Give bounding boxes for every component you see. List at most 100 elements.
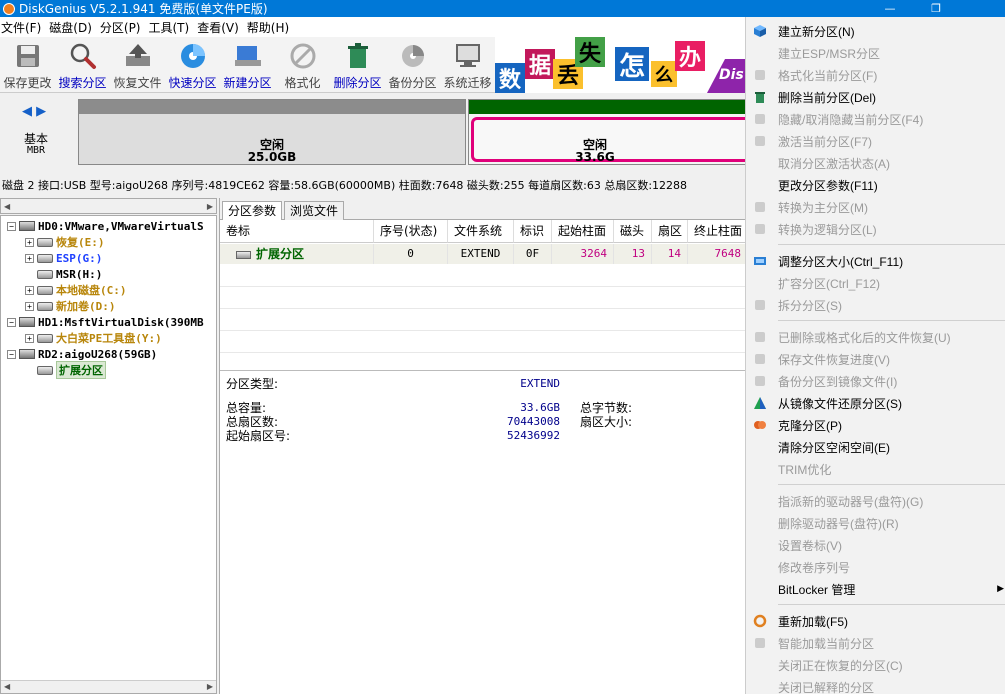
context-menu-item[interactable]: 重新加载(F5) [746, 610, 1005, 632]
col-header-sector[interactable]: 扇区 [652, 220, 688, 243]
context-menu-item[interactable]: 智能加载当前分区 [746, 632, 1005, 654]
menu-disk[interactable]: 磁盘(D) [48, 19, 99, 36]
tree-scrollbar-top[interactable]: ◀ ▶ [0, 198, 217, 214]
context-menu-item[interactable]: 激活当前分区(F7) [746, 130, 1005, 152]
context-menu-item[interactable]: 指派新的驱动器号(盘符)(G) [746, 490, 1005, 512]
recover-files-button[interactable]: 恢复文件 [110, 37, 165, 93]
col-header-start-cyl[interactable]: 起始柱面 [552, 220, 614, 243]
window-controls: — ❐ [867, 2, 1005, 15]
system-migration-button[interactable]: 系统迁移 [440, 37, 495, 93]
promo-banner[interactable]: 数 据 丢 失 怎 么 办 Dis [495, 37, 745, 93]
tab-partition-params[interactable]: 分区参数 [222, 201, 283, 221]
menu-help[interactable]: 帮助(H) [246, 19, 296, 36]
context-menu-item[interactable]: 删除当前分区(Del) [746, 86, 1005, 108]
col-header-id[interactable]: 标识 [514, 220, 552, 243]
new-partition-button[interactable]: 新建分区 [220, 37, 275, 93]
extended-partition-block[interactable]: 空闲 33.6G [468, 99, 758, 165]
context-menu-item[interactable]: 建立新分区(N) [746, 20, 1005, 42]
scroll-right-icon[interactable]: ▶ [207, 202, 213, 211]
disk-tree: − HD0:VMware,VMwareVirtualS + 恢复(E:) + E… [0, 215, 217, 694]
menu-tools[interactable]: 工具(T) [148, 19, 197, 36]
tree-node-new-volume-d[interactable]: + 新加卷(D:) [25, 298, 116, 314]
expand-icon[interactable]: + [25, 253, 34, 263]
disk-info: ◀ ▶ 基本 MBR [0, 94, 72, 172]
format-button[interactable]: 格式化 [275, 37, 330, 93]
collapse-icon[interactable]: − [7, 317, 16, 327]
restore-icon [753, 396, 767, 410]
col-header-head[interactable]: 磁头 [614, 220, 652, 243]
tree-node-local-c[interactable]: + 本地磁盘(C:) [25, 282, 127, 298]
context-menu-item[interactable]: 转换为主分区(M) [746, 196, 1005, 218]
scroll-right-icon[interactable]: ▶ [207, 682, 213, 691]
col-header-label[interactable]: 卷标 [220, 220, 374, 243]
banner-char: 据 [525, 49, 555, 79]
context-menu-item[interactable]: 关闭已解释的分区 [746, 676, 1005, 694]
tree-node-hd1[interactable]: − HD1:MsftVirtualDisk(390MB [7, 314, 204, 330]
sector-size-label: 扇区大小: [580, 415, 633, 429]
scroll-left-icon[interactable]: ◀ [4, 682, 10, 691]
block-size: 33.6G [575, 150, 615, 164]
context-menu-item[interactable]: 扩容分区(Ctrl_F12) [746, 272, 1005, 294]
tab-browse-files[interactable]: 浏览文件 [284, 201, 345, 220]
context-menu-item[interactable]: 设置卷标(V) [746, 534, 1005, 556]
tree-node-pe-tool-y[interactable]: + 大白菜PE工具盘(Y:) [25, 330, 162, 346]
context-menu-item[interactable]: 清除分区空闲空间(E) [746, 436, 1005, 458]
context-menu-item[interactable]: 关闭正在恢复的分区(C) [746, 654, 1005, 676]
context-menu-item[interactable]: 更改分区参数(F11) [746, 174, 1005, 196]
tree-node-rd2[interactable]: − RD2:aigoU268(59GB) [7, 346, 157, 362]
disk-nav-arrows[interactable]: ◀ ▶ [22, 104, 46, 119]
col-header-index[interactable]: 序号(状态) [374, 220, 448, 243]
recover-icon [753, 330, 767, 344]
minimize-button[interactable]: — [867, 2, 913, 15]
context-menu-item[interactable]: 已删除或格式化后的文件恢复(U) [746, 326, 1005, 348]
tree-scrollbar-bottom[interactable]: ◀ ▶ [1, 680, 216, 693]
cell-sector: 14 [652, 244, 688, 264]
context-menu-item[interactable]: 从镜像文件还原分区(S) [746, 392, 1005, 414]
disk-status-line: 磁盘 2 接口:USB 型号:aigoU268 序列号:4819CE62 容量:… [0, 174, 745, 196]
partition-icon [37, 285, 53, 295]
menu-file[interactable]: 文件(F) [0, 19, 48, 36]
tree-node-recovery[interactable]: + 恢复(E:) [25, 234, 105, 250]
menu-partition[interactable]: 分区(P) [99, 19, 148, 36]
context-menu-item[interactable]: 格式化当前分区(F) [746, 64, 1005, 86]
save-changes-button[interactable]: 保存更改 [0, 37, 55, 93]
context-menu-item[interactable]: 调整分区大小(Ctrl_F11) [746, 250, 1005, 272]
context-menu-item[interactable]: 备份分区到镜像文件(I) [746, 370, 1005, 392]
context-menu-item[interactable]: 修改卷序列号 [746, 556, 1005, 578]
tree-node-msr[interactable]: MSR(H:) [37, 266, 102, 282]
expand-icon[interactable]: + [25, 285, 34, 295]
context-menu-item-label: TRIM优化 [778, 462, 832, 477]
context-menu-item[interactable]: BitLocker 管理 ▶ [746, 578, 1005, 600]
close-button[interactable] [959, 2, 1005, 15]
col-header-end-cyl[interactable]: 终止柱面 [688, 220, 746, 243]
context-menu-item[interactable]: 保存文件恢复进度(V) [746, 348, 1005, 370]
tree-node-hd0[interactable]: − HD0:VMware,VMwareVirtualS [7, 218, 204, 234]
quick-partition-button[interactable]: 快速分区 [165, 37, 220, 93]
col-header-filesystem[interactable]: 文件系统 [448, 220, 514, 243]
context-menu-item[interactable]: 删除驱动器号(盘符)(R) [746, 512, 1005, 534]
expand-icon[interactable]: + [25, 301, 34, 311]
maximize-button[interactable]: ❐ [913, 2, 959, 15]
start-sector-value: 52436992 [507, 429, 560, 442]
tree-node-esp[interactable]: + ESP(G:) [25, 250, 102, 266]
cell-index: 0 [374, 244, 448, 264]
tree-node-extended-partition[interactable]: 扩展分区 [37, 361, 106, 379]
context-menu-item[interactable]: 隐藏/取消隐藏当前分区(F4) [746, 108, 1005, 130]
context-menu-item[interactable]: 建立ESP/MSR分区 [746, 42, 1005, 64]
backup-partition-button[interactable]: 备份分区 [385, 37, 440, 93]
context-menu-item[interactable]: 拆分分区(S) [746, 294, 1005, 316]
menu-view[interactable]: 查看(V) [196, 19, 246, 36]
delete-partition-button[interactable]: 删除分区 [330, 37, 385, 93]
scroll-left-icon[interactable]: ◀ [4, 202, 10, 211]
context-menu-item[interactable]: TRIM优化 [746, 458, 1005, 480]
context-menu-item[interactable]: 转换为逻辑分区(L) [746, 218, 1005, 240]
trash-icon [343, 41, 373, 71]
context-menu-item[interactable]: 取消分区激活状态(A) [746, 152, 1005, 174]
expand-icon[interactable]: + [25, 333, 34, 343]
context-menu-item[interactable]: 克隆分区(P) [746, 414, 1005, 436]
expand-icon[interactable]: + [25, 237, 34, 247]
collapse-icon[interactable]: − [7, 349, 16, 359]
search-partition-button[interactable]: 搜索分区 [55, 37, 110, 93]
collapse-icon[interactable]: − [7, 221, 16, 231]
free-space-block-1[interactable]: 空闲 25.0GB [78, 99, 466, 165]
